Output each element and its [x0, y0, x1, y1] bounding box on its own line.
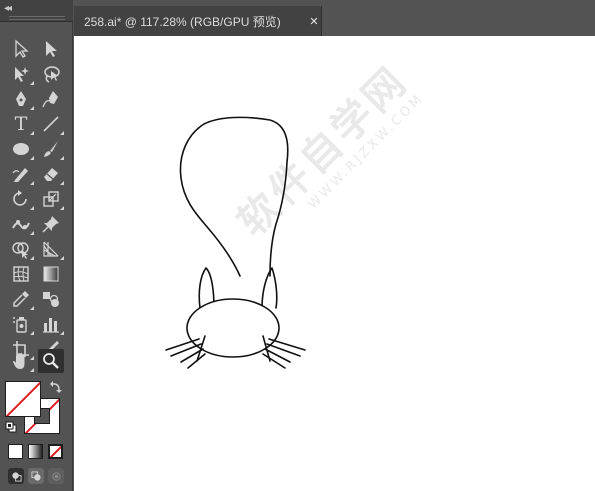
- lasso-tool-button[interactable]: [38, 62, 64, 86]
- draw-behind-icon: [30, 470, 41, 481]
- swap-fill-stroke-icon[interactable]: [49, 380, 63, 394]
- type-tool-button[interactable]: T: [8, 112, 34, 136]
- direct-selection-arrow-icon: [46, 41, 57, 57]
- blend-tool-button[interactable]: [38, 287, 64, 311]
- default-fill-stroke-icon[interactable]: [5, 421, 17, 433]
- type-glyph-icon: T: [14, 113, 28, 135]
- hand-icon: [13, 353, 25, 369]
- hand-tool-button[interactable]: [8, 349, 34, 373]
- collapse-panel-icon[interactable]: ◂◂: [4, 3, 18, 15]
- pen-nib-icon: [16, 91, 26, 106]
- perspective-grid-icon: [43, 241, 59, 257]
- symbol-sprayer-icon: [13, 317, 27, 333]
- pin-tool-button[interactable]: [38, 212, 64, 236]
- selection-arrow-icon: [15, 39, 29, 58]
- curvature-tool-button[interactable]: [38, 87, 64, 111]
- panel-grip[interactable]: [9, 16, 65, 20]
- eyedropper-icon: [13, 291, 29, 307]
- mesh-icon: [13, 266, 29, 282]
- zoom-tool-button[interactable]: [38, 349, 64, 373]
- document-tab-title: 258.ai* @ 117.28% (RGB/GPU 预览): [84, 14, 281, 29]
- magnifier-icon: [43, 353, 59, 369]
- draw-behind-button[interactable]: [28, 468, 44, 484]
- puppet-warp-tool-button[interactable]: [8, 212, 34, 236]
- document-tab-bar: 258.ai* @ 117.28% (RGB/GPU 预览) ✕: [74, 0, 595, 36]
- pen-tool-button[interactable]: [8, 87, 34, 111]
- color-mode-button[interactable]: [8, 444, 23, 459]
- paintbrush-tool-button[interactable]: [38, 137, 64, 161]
- gradient-icon: [43, 266, 59, 282]
- eyedropper-tool-button[interactable]: [8, 287, 34, 311]
- curvature-pen-icon: [42, 91, 58, 108]
- shape-builder-tool-button[interactable]: [8, 237, 34, 261]
- scale-icon: [43, 191, 59, 207]
- magic-wand-icon: [15, 67, 29, 82]
- fill-none-indicator: [6, 382, 40, 416]
- shaper-pencil-icon: [12, 168, 28, 182]
- draw-normal-button[interactable]: [8, 468, 24, 484]
- shape-builder-icon: [12, 242, 29, 259]
- draw-normal-icon: [11, 471, 22, 482]
- line-segment-tool-button[interactable]: [38, 112, 64, 136]
- draw-inside-button[interactable]: [48, 468, 64, 484]
- perspective-grid-tool-button[interactable]: [38, 237, 64, 261]
- line-segment-icon: [43, 116, 59, 132]
- rotate-icon: [13, 190, 27, 206]
- squirrel-drawing[interactable]: [74, 36, 595, 491]
- symbol-sprayer-tool-button[interactable]: [8, 312, 34, 336]
- rotate-tool-button[interactable]: [8, 187, 34, 211]
- tools-panel: ◂◂ T: [0, 0, 73, 491]
- scale-tool-button[interactable]: [38, 187, 64, 211]
- direct-selection-tool-button[interactable]: [38, 37, 64, 61]
- artboard-canvas[interactable]: 软件自学网 WWW.RJZXW.COM: [74, 36, 595, 491]
- fill-swatch[interactable]: [5, 381, 41, 417]
- shaper-tool-button[interactable]: [8, 162, 34, 186]
- lasso-icon: [44, 66, 60, 83]
- tail-shape: [179, 116, 289, 277]
- tools-panel-header: ◂◂: [0, 0, 73, 22]
- mesh-tool-button[interactable]: [8, 262, 34, 286]
- eraser-tool-button[interactable]: [38, 162, 64, 186]
- selection-tool-button[interactable]: [8, 37, 34, 61]
- none-mode-button[interactable]: [48, 444, 63, 459]
- document-tab[interactable]: 258.ai* @ 117.28% (RGB/GPU 预览): [74, 6, 322, 36]
- draw-inside-icon: [51, 471, 61, 481]
- puppet-warp-icon: [12, 220, 30, 230]
- gradient-tool-button[interactable]: [38, 262, 64, 286]
- column-graph-icon: [43, 318, 59, 333]
- magic-wand-tool-button[interactable]: [8, 62, 34, 86]
- ellipse-tool-button[interactable]: [8, 137, 34, 161]
- blend-icon: [43, 292, 59, 307]
- eraser-icon: [44, 168, 58, 181]
- column-graph-tool-button[interactable]: [38, 312, 64, 336]
- close-tab-icon[interactable]: ✕: [306, 6, 322, 36]
- push-pin-icon: [42, 216, 59, 233]
- ellipse-icon: [13, 143, 29, 155]
- paintbrush-icon: [44, 141, 58, 157]
- gradient-mode-button[interactable]: [28, 444, 43, 459]
